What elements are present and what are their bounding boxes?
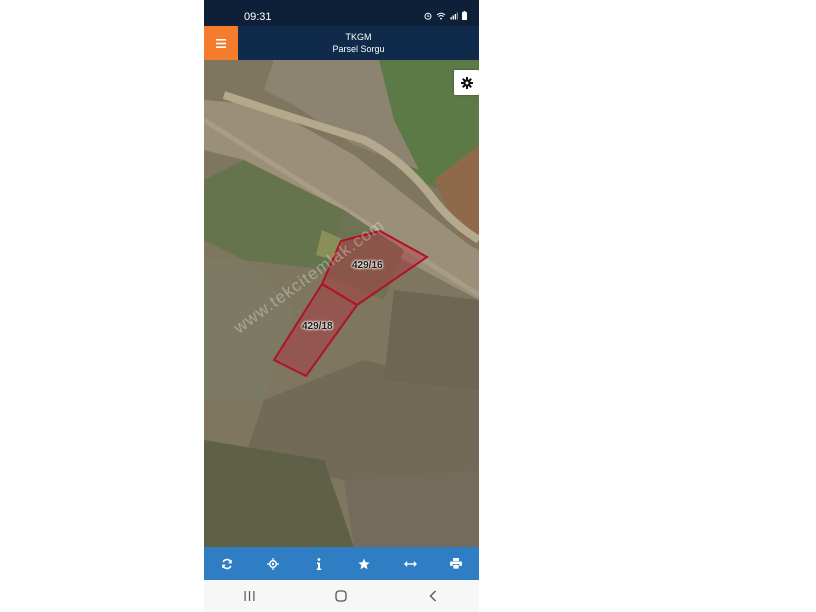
alarm-icon (424, 11, 432, 23)
settings-button[interactable] (454, 70, 479, 95)
star-icon (358, 558, 370, 569)
app-bar: TKGM Parsel Sorgu (204, 26, 479, 60)
android-nav-bar (204, 580, 479, 612)
home-icon (335, 590, 348, 602)
refresh-button[interactable] (212, 549, 242, 579)
home-button[interactable] (321, 582, 361, 610)
measure-icon (403, 560, 417, 567)
back-button[interactable] (413, 582, 453, 610)
parcel-label: 429/18 (302, 321, 333, 332)
wifi-icon (436, 11, 446, 23)
print-icon (450, 558, 463, 569)
app-subtitle: Parsel Sorgu (332, 44, 385, 54)
favorite-button[interactable] (349, 549, 379, 579)
gear-icon (460, 76, 473, 89)
hamburger-menu-icon (216, 38, 226, 48)
satellite-imagery (204, 60, 479, 547)
measure-button[interactable] (395, 549, 425, 579)
print-button[interactable] (441, 549, 471, 579)
recent-apps-button[interactable] (230, 582, 270, 610)
info-button[interactable] (304, 549, 334, 579)
recent-apps-icon (244, 591, 255, 601)
status-time: 09:31 (244, 11, 272, 23)
locate-button[interactable] (258, 549, 288, 579)
phone-screen: 09:31 TKGM Parsel Sorgu www.tekcitemlak.… (204, 0, 479, 612)
signal-icon (450, 11, 458, 23)
app-titles: TKGM Parsel Sorgu (238, 31, 479, 55)
parcel-label: 429/16 (352, 260, 383, 271)
menu-button[interactable] (204, 26, 238, 60)
app-title: TKGM (345, 32, 372, 42)
satellite-map[interactable]: www.tekcitemlak.com 429/16 429/18 (204, 60, 479, 547)
status-icons (424, 11, 467, 23)
locate-icon (266, 557, 279, 570)
map-toolbar (204, 547, 479, 580)
battery-icon (462, 11, 467, 23)
info-icon (316, 557, 321, 570)
refresh-icon (222, 558, 232, 569)
status-bar: 09:31 (204, 0, 479, 26)
back-icon (429, 590, 437, 602)
